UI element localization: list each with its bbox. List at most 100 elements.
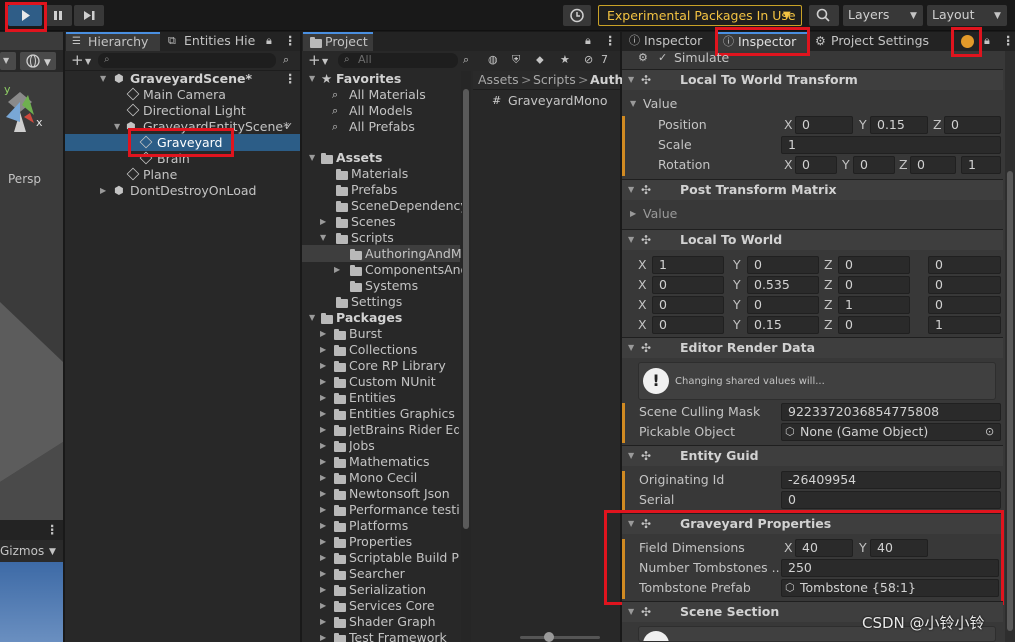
log-filter-icon[interactable]: ★ (560, 52, 570, 68)
breadcrumb-item[interactable]: Scripts (533, 72, 576, 88)
favorites-header[interactable]: Favorites (336, 71, 401, 87)
matrix-cell[interactable]: 0 (652, 316, 724, 334)
package-folder[interactable]: Custom NUnit (349, 374, 436, 390)
layers-dropdown[interactable]: Layers ▼ (843, 5, 923, 26)
expand-icon[interactable]: ▶ (320, 390, 326, 406)
type-filter-icon[interactable]: ◍ (488, 52, 498, 68)
search-mode-icon[interactable]: ⌕ (283, 52, 289, 68)
asset-folder[interactable]: Settings (351, 294, 402, 310)
add-button[interactable]: + (308, 52, 321, 68)
originating-id-field[interactable]: -26409954 (781, 471, 1001, 489)
package-filter-icon[interactable]: ⛨ (512, 52, 520, 68)
file-item[interactable]: GraveyardMono (508, 93, 608, 109)
expand-icon[interactable]: ▼ (320, 230, 326, 246)
expand-icon[interactable]: ▼ (628, 182, 634, 198)
matrix-cell[interactable]: 0 (838, 276, 910, 294)
scene-culling-mask-field[interactable]: 9223372036854775808 (781, 403, 1001, 421)
matrix-cell[interactable]: 0 (838, 316, 910, 334)
matrix-cell[interactable]: 0 (747, 296, 819, 314)
hidden-count-icon[interactable]: ⊘ (584, 52, 593, 68)
more-icon[interactable]: ⋮ (604, 33, 617, 49)
more-icon[interactable]: ⋮ (46, 522, 59, 538)
gizmos-button[interactable]: Gizmos (0, 543, 44, 559)
package-folder[interactable]: Mono Cecil (349, 470, 417, 486)
hierarchy-item-directional-light[interactable]: Directional Light (143, 103, 246, 119)
package-folder[interactable]: Searcher (349, 566, 405, 582)
tab-hierarchy[interactable]: ☰ Hierarchy (66, 32, 160, 51)
scene-view[interactable]: ▼ ▼ y x Persp ⋮ Gizmos ▼ (0, 32, 63, 642)
asset-folder[interactable]: ComponentsAnd (365, 262, 462, 278)
expand-icon[interactable]: ▼ (309, 310, 315, 326)
experimental-packages-dropdown[interactable]: Experimental Packages In Use ▼ (598, 5, 802, 26)
package-folder[interactable]: Entities Graphics (349, 406, 455, 422)
more-icon[interactable]: ⋮ (1002, 33, 1015, 49)
asset-folder[interactable]: Scenes (351, 214, 396, 230)
package-folder[interactable]: Entities (349, 390, 396, 406)
matrix-cell[interactable]: 0 (928, 256, 1001, 274)
expand-icon[interactable]: ▼ (628, 232, 634, 248)
matrix-cell[interactable]: 0 (652, 276, 724, 294)
zoom-slider[interactable] (520, 632, 600, 642)
layout-dropdown[interactable]: Layout ▼ (927, 5, 1007, 26)
breadcrumb-item[interactable]: Assets (478, 72, 519, 88)
expand-icon[interactable]: ▼ (309, 150, 315, 166)
package-folder[interactable]: Mathematics (349, 454, 430, 470)
persp-label[interactable]: Persp (8, 171, 41, 187)
matrix-cell[interactable]: 0.535 (747, 276, 819, 294)
expand-icon[interactable]: ▶ (320, 550, 326, 566)
expand-icon[interactable]: ▶ (320, 326, 326, 342)
assets-header[interactable]: Assets (336, 150, 382, 166)
asset-folder[interactable]: Prefabs (351, 182, 397, 198)
expand-icon[interactable]: ▶ (320, 454, 326, 470)
expand-icon[interactable]: ▶ (320, 502, 326, 518)
expand-icon[interactable]: ▶ (320, 486, 326, 502)
breadcrumb-item[interactable]: Auth (590, 72, 623, 88)
package-folder[interactable]: Core RP Library (349, 358, 446, 374)
project-tree-scrollbar[interactable] (461, 71, 471, 642)
tab-project[interactable]: Project (303, 32, 373, 51)
package-folder[interactable]: Collections (349, 342, 417, 358)
matrix-cell[interactable]: 0 (652, 296, 724, 314)
add-button[interactable]: + (71, 52, 84, 68)
rotation-x-field[interactable]: 0 (795, 156, 837, 174)
lock-icon[interactable]: 🔒︎ (266, 33, 272, 49)
matrix-cell[interactable]: 0 (928, 276, 1001, 294)
hierarchy-search-input[interactable]: ⌕ (98, 53, 276, 68)
package-folder[interactable]: Platforms (349, 518, 408, 534)
favorite-item[interactable]: All Materials (349, 87, 426, 103)
favorite-item[interactable]: All Models (349, 103, 413, 119)
asset-folder[interactable]: Systems (365, 278, 418, 294)
position-y-field[interactable]: 0.15 (870, 116, 928, 134)
packages-header[interactable]: Packages (336, 310, 402, 326)
more-icon[interactable]: ⋮ (284, 71, 297, 87)
position-z-field[interactable]: 0 (944, 116, 1001, 134)
expand-icon[interactable]: ▶ (100, 183, 106, 199)
package-folder[interactable]: JetBrains Rider Edit (349, 422, 459, 438)
tab-entities-hierarchy[interactable]: ⧉ Entities Hie (162, 32, 262, 51)
scene-tool-dropdown[interactable]: ▼ (0, 52, 16, 70)
hierarchy-item-main-camera[interactable]: Main Camera (143, 87, 226, 103)
serial-field[interactable]: 0 (781, 491, 1001, 509)
expand-icon[interactable]: ▼ (628, 448, 634, 464)
step-button[interactable] (74, 5, 104, 26)
package-folder[interactable]: Services Core (349, 598, 435, 614)
favorite-item[interactable]: All Prefabs (349, 119, 415, 135)
pause-button[interactable] (44, 5, 72, 26)
scrollbar-thumb[interactable] (1007, 171, 1013, 631)
search-filter-icon[interactable]: ⌕ (463, 52, 469, 68)
package-folder[interactable]: Jobs (349, 438, 375, 454)
expand-icon[interactable]: ▶ (334, 262, 340, 278)
history-button[interactable] (563, 5, 591, 26)
asset-folder[interactable]: Materials (351, 166, 408, 182)
expand-icon[interactable]: ▼ (628, 604, 634, 620)
matrix-cell[interactable]: 1 (652, 256, 724, 274)
hierarchy-item-graveyardscene[interactable]: GraveyardScene* (130, 71, 252, 87)
scale-field[interactable]: 1 (781, 136, 1001, 154)
expand-icon[interactable]: ▶ (320, 566, 326, 582)
project-search-input[interactable]: ⌕ All (338, 53, 458, 68)
expand-icon[interactable]: ▶ (320, 582, 326, 598)
lock-icon[interactable]: 🔒︎ (984, 33, 990, 49)
expand-icon[interactable]: ▶ (320, 214, 326, 230)
matrix-cell[interactable]: 1 (928, 316, 1001, 334)
expand-icon[interactable]: ▶ (320, 358, 326, 374)
